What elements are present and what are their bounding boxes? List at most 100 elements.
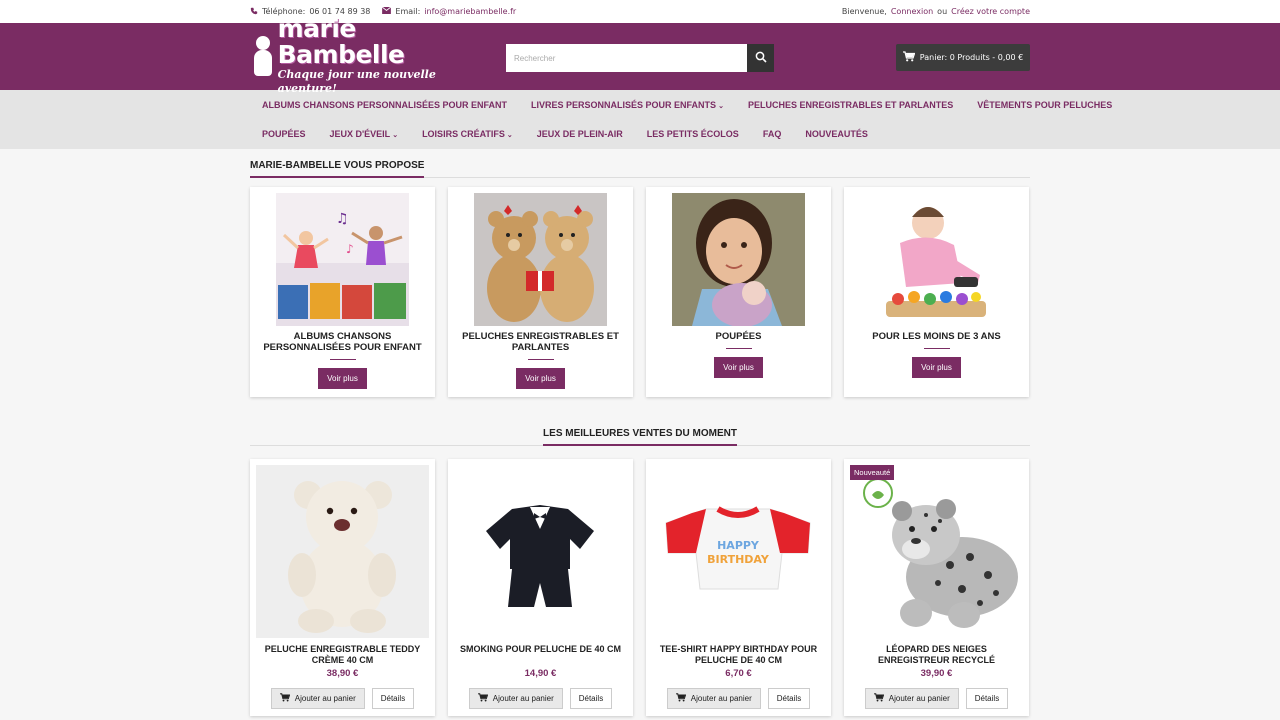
- categories-title: Marie-Bambelle vous propose: [250, 160, 425, 178]
- add-to-cart-label: Ajouter au panier: [888, 694, 950, 703]
- or-text: ou: [937, 7, 948, 16]
- logo-child-icon: [251, 34, 274, 78]
- product-name[interactable]: Tee-shirt Happy Birthday pour peluche de…: [652, 644, 825, 666]
- cart-icon: [279, 693, 291, 704]
- nav-item-label: Livres personnalisés pour enfants: [531, 99, 717, 110]
- chevron-down-icon: ⌄: [718, 102, 724, 110]
- product-price: 14,90 €: [524, 668, 557, 679]
- cart-icon: [477, 693, 489, 704]
- nav-item-label: Jeux d'éveil: [329, 128, 391, 139]
- product-name[interactable]: Léopard des neiges enregistreur recyclé: [850, 644, 1023, 666]
- product-image[interactable]: HAPPY BIRTHDAY: [652, 465, 825, 638]
- add-to-cart-label: Ajouter au panier: [294, 694, 356, 703]
- chevron-down-icon: ⌄: [392, 131, 399, 139]
- svg-text:BIRTHDAY: BIRTHDAY: [707, 553, 770, 566]
- nav-item-label: Nouveautés: [805, 128, 868, 139]
- see-more-button[interactable]: Voir plus: [714, 357, 763, 378]
- product-image[interactable]: [454, 465, 627, 638]
- nav-item-label: Poupées: [262, 128, 306, 139]
- main-content: Marie-Bambelle vous propose ♫ ♪ Albums ch…: [250, 149, 1030, 720]
- nav-item-peluches-enregistrables-et-parlantes[interactable]: Peluches enregistrables et parlantes: [736, 100, 965, 110]
- cart-icon: [675, 693, 687, 704]
- see-more-button[interactable]: Voir plus: [516, 368, 565, 389]
- nav-item-label: Vêtements pour peluches: [977, 99, 1113, 110]
- nav-item-jeux-d-eveil[interactable]: Jeux d'éveil ⌄: [318, 129, 411, 139]
- product-image[interactable]: [256, 465, 429, 638]
- product-actions: Ajouter au panier Détails: [864, 688, 1009, 709]
- see-more-button[interactable]: Voir plus: [912, 357, 961, 378]
- main-nav: Albums chansons personnalisées pour enfa…: [0, 90, 1280, 149]
- category-image[interactable]: [474, 193, 607, 326]
- add-to-cart-button[interactable]: Ajouter au panier: [270, 688, 365, 709]
- category-image[interactable]: [870, 193, 1003, 326]
- email-label: Email:: [395, 7, 421, 16]
- nav-item-poupees[interactable]: Poupées: [250, 129, 318, 139]
- add-to-cart-label: Ajouter au panier: [492, 694, 554, 703]
- envelope-icon: [382, 6, 392, 16]
- search-button[interactable]: [747, 44, 774, 72]
- search-input[interactable]: [506, 44, 747, 72]
- nav-item-livres-personnalises-pour-enfants[interactable]: Livres personnalisés pour enfants ⌄: [519, 100, 736, 110]
- site-logo[interactable]: marie Bambelle Chaque jour une nouvelle …: [251, 16, 486, 95]
- category-name[interactable]: Poupées: [706, 331, 772, 342]
- logo-slogan: Chaque jour une nouvelle aventure!: [277, 68, 436, 95]
- nav-item-faq[interactable]: FAQ: [751, 129, 794, 139]
- cart-icon: [873, 693, 885, 704]
- new-badge: Nouveauté: [850, 465, 895, 480]
- site-header: marie Bambelle Chaque jour une nouvelle …: [0, 16, 1280, 95]
- category-card[interactable]: Pour les moins de 3 ans Voir plus: [844, 187, 1029, 397]
- nav-item-vetements-pour-peluches[interactable]: Vêtements pour peluches: [965, 100, 1124, 110]
- bestsellers-title: Les meilleures ventes du moment: [543, 428, 737, 446]
- see-more-button[interactable]: Voir plus: [318, 368, 367, 389]
- welcome-text: Bienvenue,: [841, 7, 887, 16]
- category-divider: [329, 359, 356, 360]
- nav-item-albums-chansons-personnalisees-pour-enfant[interactable]: Albums chansons personnalisées pour enfa…: [250, 100, 519, 110]
- category-card[interactable]: Peluches enregistrables et parlantes Voir…: [448, 187, 633, 397]
- details-button[interactable]: Détails: [965, 688, 1009, 709]
- svg-text:♪: ♪: [346, 242, 354, 256]
- nav-item-label: Loisirs créatifs: [422, 128, 505, 139]
- product-card: Nouveauté Léopard des neiges enregistreu…: [844, 459, 1029, 716]
- nav-item-nouveautes[interactable]: Nouveautés: [793, 129, 880, 139]
- add-to-cart-button[interactable]: Ajouter au panier: [468, 688, 563, 709]
- nav-item-jeux-de-plein-air[interactable]: Jeux de plein-air: [525, 129, 635, 139]
- product-grid: Peluche enregistrable Teddy crème 40 cm 3…: [250, 459, 1030, 716]
- search-icon: [755, 51, 767, 66]
- category-divider: [725, 348, 752, 349]
- nav-row-2: Poupées Jeux d'éveil ⌄ Loisirs créatifs ⌄ Jeu…: [250, 119, 1030, 148]
- login-link[interactable]: Connexion: [891, 7, 933, 16]
- svg-text:♫: ♫: [336, 211, 349, 227]
- category-name[interactable]: Pour les moins de 3 ans: [862, 331, 1010, 342]
- product-actions: Ajouter au panier Détails: [270, 688, 415, 709]
- nav-item-label: Peluches enregistrables et parlantes: [747, 99, 954, 110]
- register-link[interactable]: Créez votre compte: [951, 7, 1030, 16]
- top-bar: Téléphone: 06 01 74 89 38 Email: info@ma…: [0, 0, 1280, 23]
- categories-header: Marie-Bambelle vous propose: [250, 149, 1030, 178]
- category-image[interactable]: [672, 193, 805, 327]
- category-divider: [527, 359, 554, 360]
- category-divider: [923, 348, 950, 349]
- category-image[interactable]: ♫ ♪: [276, 193, 409, 326]
- product-actions: Ajouter au panier Détails: [666, 688, 811, 709]
- nav-item-label: FAQ: [762, 128, 782, 139]
- product-image[interactable]: [850, 465, 1023, 638]
- details-button[interactable]: Détails: [569, 688, 613, 709]
- details-button[interactable]: Détails: [767, 688, 811, 709]
- nav-item-les-petits-ecolos[interactable]: Les petits écolos: [635, 129, 751, 139]
- product-name[interactable]: Smoking pour peluche de 40 cm: [456, 644, 625, 666]
- nav-item-loisirs-creatifs[interactable]: Loisirs créatifs ⌄: [410, 129, 525, 139]
- category-card[interactable]: ♫ ♪ Albums chansons personnalisées pour e…: [250, 187, 435, 397]
- cart-button[interactable]: Panier: 0 Produits - 0,00 €: [896, 44, 1030, 71]
- phone-icon: [250, 7, 258, 17]
- details-button[interactable]: Détails: [371, 688, 415, 709]
- bestsellers-header: Les meilleures ventes du moment: [250, 417, 1030, 446]
- product-actions: Ajouter au panier Détails: [468, 688, 613, 709]
- product-name[interactable]: Peluche enregistrable Teddy crème 40 cm: [256, 644, 429, 666]
- add-to-cart-button[interactable]: Ajouter au panier: [864, 688, 959, 709]
- add-to-cart-button[interactable]: Ajouter au panier: [666, 688, 761, 709]
- category-name[interactable]: Peluches enregistrables et parlantes: [448, 331, 633, 353]
- category-card[interactable]: Poupées Voir plus: [646, 187, 831, 397]
- svg-text:HAPPY: HAPPY: [717, 539, 760, 552]
- email-link[interactable]: info@mariebambelle.fr: [424, 7, 516, 16]
- category-name[interactable]: Albums chansons personnalisées pour enfa…: [250, 331, 435, 353]
